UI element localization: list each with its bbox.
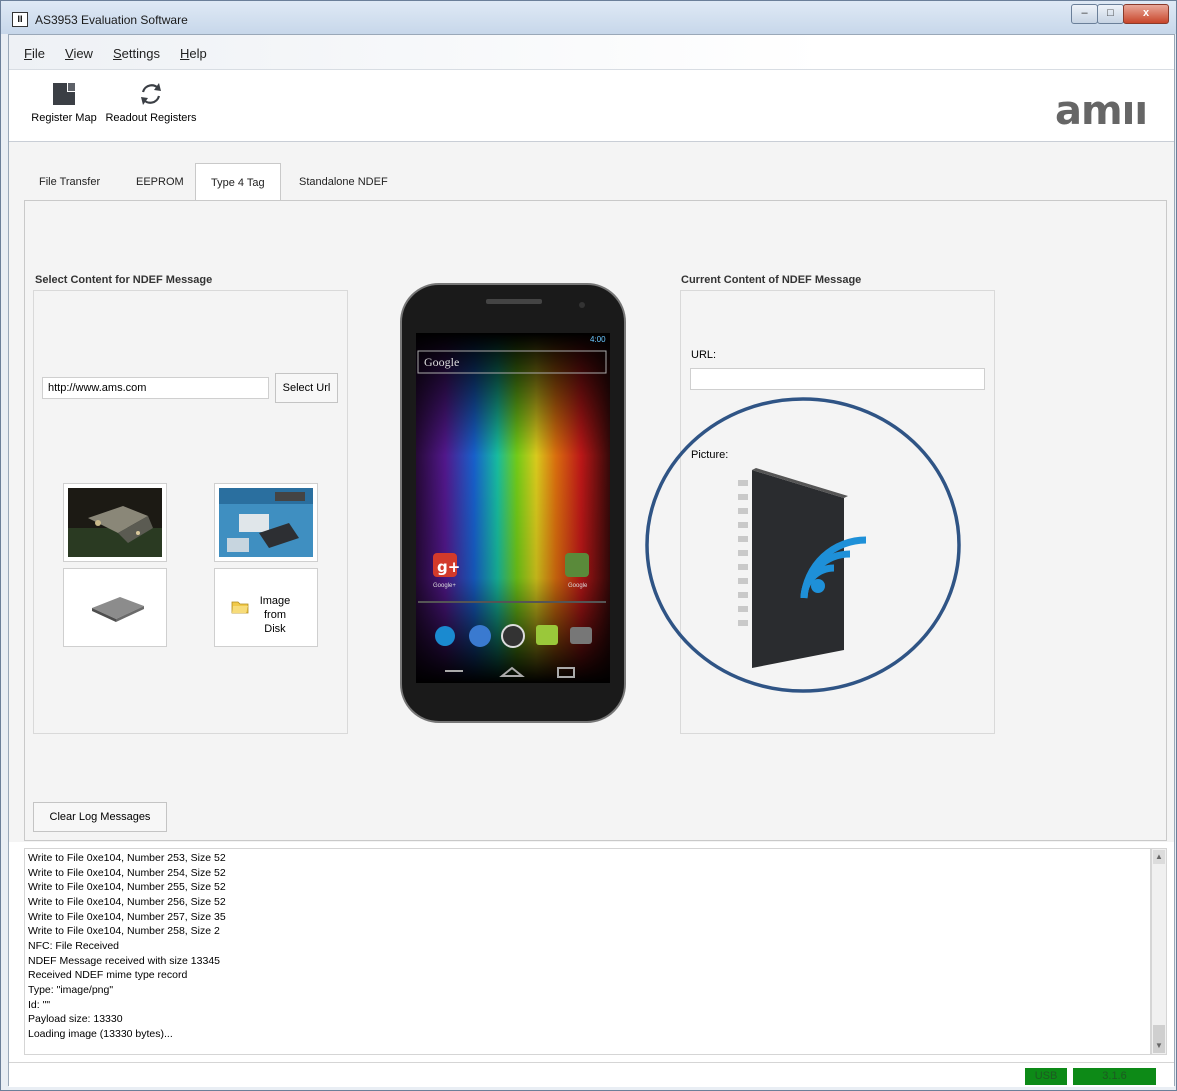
app-icon: II xyxy=(12,12,28,27)
url-input[interactable]: http://www.ams.com xyxy=(42,377,269,399)
menu-file-label: ile xyxy=(31,46,45,61)
tab-file-transfer[interactable]: File Transfer xyxy=(24,164,115,200)
scroll-up-arrow-icon[interactable]: ▲ xyxy=(1153,850,1165,864)
brochure-image xyxy=(219,488,313,557)
log-scrollbar[interactable]: ▲ ▼ xyxy=(1151,848,1167,1055)
log-line: Type: "image/png" xyxy=(28,983,114,996)
log-output[interactable]: Write to File 0xe104, Number 253, Size 5… xyxy=(24,848,1151,1055)
current-content-title: Current Content of NDEF Message xyxy=(681,274,862,286)
refresh-icon xyxy=(141,83,161,105)
annotation-circle xyxy=(644,396,962,694)
minimize-button[interactable]: – xyxy=(1071,4,1098,24)
highlight-circle xyxy=(645,397,961,693)
menu-view-label: iew xyxy=(73,46,93,61)
menu-settings-label: ettings xyxy=(121,46,160,61)
log-line: Write to File 0xe104, Number 255, Size 5… xyxy=(28,881,226,894)
readout-registers-button[interactable]: Readout Registers xyxy=(104,80,198,124)
log-line: Id: "" xyxy=(28,998,51,1011)
clear-log-button[interactable]: Clear Log Messages xyxy=(33,802,167,832)
image-from-disk-label: Image from Disk xyxy=(255,594,295,636)
chip-image xyxy=(92,597,144,622)
menu-view[interactable]: View xyxy=(65,46,93,61)
menu-file-accel: F xyxy=(24,46,32,61)
menu-settings[interactable]: Settings xyxy=(113,46,160,61)
folder-icon xyxy=(231,601,249,614)
log-line: Loading image (13330 bytes)... xyxy=(28,1027,173,1040)
register-map-label: Register Map xyxy=(31,112,97,124)
menu-help[interactable]: Help xyxy=(180,46,207,61)
log-line: Received NDEF mime type record xyxy=(28,969,188,982)
phone-app-label-google: Google xyxy=(568,583,588,589)
phone-clock: 4:00 xyxy=(590,335,606,344)
ams-logo: amıı xyxy=(1055,88,1148,134)
usb-status: USB xyxy=(1025,1068,1067,1085)
svg-text:g+: g+ xyxy=(437,558,460,576)
phone-image: g+ 4:00 Google Google+ Google xyxy=(400,283,626,725)
thumbnail-chip[interactable] xyxy=(63,568,167,647)
version-status: 3.1.6 xyxy=(1073,1068,1156,1085)
thumbnail-brochure[interactable] xyxy=(214,483,318,562)
thumbnail-aerial-photo[interactable] xyxy=(63,483,167,562)
register-map-button[interactable]: Register Map xyxy=(30,80,98,124)
aerial-photo-image xyxy=(68,488,162,557)
log-line: Write to File 0xe104, Number 253, Size 5… xyxy=(28,852,226,864)
image-from-disk-line2: from Disk xyxy=(264,609,286,635)
register-map-icon xyxy=(53,83,75,105)
tab-type-4-tag[interactable]: Type 4 Tag xyxy=(195,163,281,202)
current-url-field[interactable] xyxy=(690,368,985,390)
close-button[interactable]: x xyxy=(1123,4,1169,24)
menu-help-accel: H xyxy=(180,46,190,61)
log-line: NDEF Message received with size 13345 xyxy=(28,954,221,967)
url-label: URL: xyxy=(691,349,717,361)
select-url-button[interactable]: Select Url xyxy=(275,373,338,403)
log-line: Payload size: 13330 xyxy=(28,1013,123,1026)
ams-logo-text: amıı xyxy=(1055,88,1148,134)
status-bar xyxy=(9,1062,1174,1087)
log-line: Write to File 0xe104, Number 254, Size 5… xyxy=(28,866,226,879)
readout-registers-label: Readout Registers xyxy=(105,112,197,124)
image-from-disk-line1: Image xyxy=(259,595,291,607)
menu-file[interactable]: File xyxy=(24,46,45,61)
scroll-down-arrow-icon[interactable]: ▼ xyxy=(1153,1039,1165,1053)
menu-help-label: elp xyxy=(189,46,207,61)
log-line: Write to File 0xe104, Number 258, Size 2 xyxy=(28,925,220,938)
log-line: NFC: File Received xyxy=(28,939,120,952)
select-content-title: Select Content for NDEF Message xyxy=(35,274,213,286)
image-from-disk-button[interactable]: Image from Disk xyxy=(214,568,318,647)
log-line: Write to File 0xe104, Number 257, Size 3… xyxy=(28,910,226,923)
maximize-button[interactable]: □ xyxy=(1097,4,1124,24)
smartphone-graphic: g+ xyxy=(400,283,626,723)
tab-eeprom[interactable]: EEPROM xyxy=(121,164,199,200)
phone-search-bar: Google xyxy=(424,355,460,369)
tab-standalone-ndef[interactable]: Standalone NDEF xyxy=(284,164,403,200)
phone-app-label-googleplus: Google+ xyxy=(433,583,456,589)
menu-settings-accel: S xyxy=(113,46,122,61)
log-line: Write to File 0xe104, Number 256, Size 5… xyxy=(28,895,226,908)
window-title: AS3953 Evaluation Software xyxy=(35,13,188,27)
